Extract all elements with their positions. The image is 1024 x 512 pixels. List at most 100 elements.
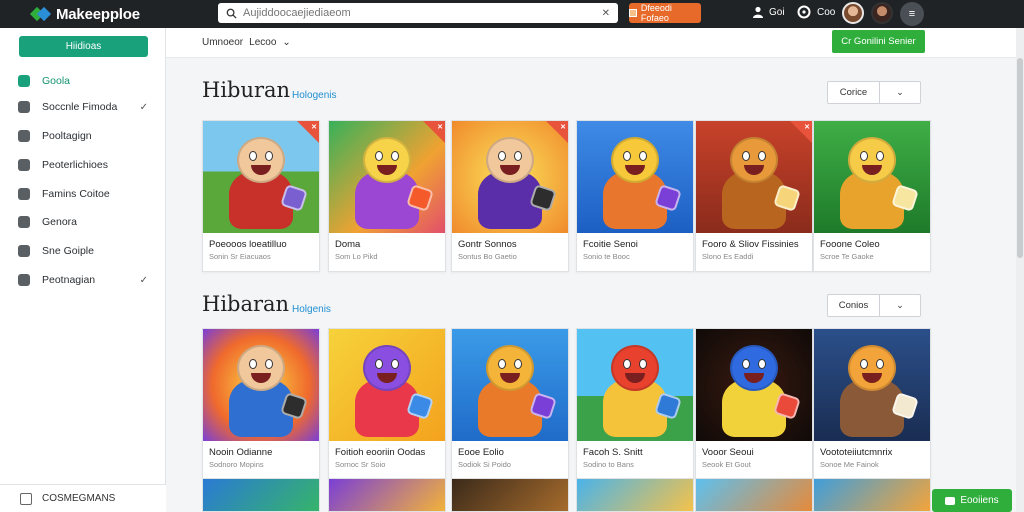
- footer-icon: [20, 492, 32, 505]
- settings-icon: [18, 216, 30, 228]
- sidebar-primary-button[interactable]: Hiidioas: [19, 36, 148, 57]
- game-thumbnail[interactable]: [696, 329, 812, 441]
- character-eye: [860, 151, 868, 161]
- character-eye: [876, 359, 884, 369]
- card-subtitle: Som Lo Pikd: [335, 252, 378, 261]
- card-title: Facoh S. Snitt: [583, 447, 643, 458]
- game-card[interactable]: Foitioh eooriin Oodas Sornoc Sr Soio: [328, 328, 446, 480]
- character-eye: [758, 151, 766, 161]
- game-thumbnail[interactable]: [577, 329, 693, 441]
- section-link[interactable]: Hologenis: [292, 90, 336, 101]
- character-head: [848, 137, 896, 183]
- brand[interactable]: Makeepploe: [29, 5, 140, 23]
- game-card[interactable]: Nooin Odianne Sodnoro Mopins: [202, 328, 320, 480]
- menu-button[interactable]: ≡: [900, 2, 924, 26]
- list-item[interactable]: [813, 478, 931, 512]
- card-title: Doma: [335, 239, 361, 250]
- game-thumbnail[interactable]: [814, 329, 930, 441]
- game-card[interactable]: Voototeiiutcmnrix Sonoe Me Fainok: [813, 328, 931, 480]
- list-item[interactable]: [695, 478, 813, 512]
- game-card[interactable]: ✕ Poeooos loeatilluo Sonin Sr Eiacuaos: [202, 120, 320, 272]
- list-item[interactable]: [576, 478, 694, 512]
- game-thumbnail[interactable]: [577, 121, 693, 233]
- section-link[interactable]: Holgenis: [292, 304, 331, 315]
- sort-label: Conios: [828, 295, 880, 316]
- game-card[interactable]: Fooone Coleo Scroe Te Gaoke: [813, 120, 931, 272]
- list-item[interactable]: [202, 478, 320, 512]
- clear-search-icon[interactable]: ✕: [602, 8, 610, 19]
- card-title: Fooro & Sliov Fissinies: [702, 239, 799, 250]
- app-name: Makeepploe: [56, 5, 140, 23]
- sidebar-item-label: Peoterlichioes: [42, 159, 108, 171]
- character-head: [848, 345, 896, 391]
- sidebar-item[interactable]: Goola: [18, 71, 148, 91]
- game-card[interactable]: Eooe Eolio Sodiok Si Poido: [451, 328, 569, 480]
- search-box[interactable]: ✕: [218, 3, 618, 23]
- filter-dropdown[interactable]: Umnoeor Lecoo ⌄: [202, 37, 291, 48]
- character-head: [486, 345, 534, 391]
- filter-bar: Umnoeor Lecoo ⌄ Cr Gonilini Senier: [166, 28, 1020, 58]
- sidebar-item-label: Peotnagian: [42, 274, 96, 286]
- character-eye: [249, 151, 257, 161]
- character-eye: [498, 359, 506, 369]
- sidebar-item[interactable]: Peoterlichioes: [18, 155, 148, 175]
- scrollbar[interactable]: [1016, 28, 1024, 512]
- cta-icon: [629, 9, 637, 17]
- game-thumbnail[interactable]: [329, 329, 445, 441]
- gamepad-icon: [18, 101, 30, 113]
- game-thumbnail[interactable]: [814, 121, 930, 233]
- close-icon[interactable]: ✕: [804, 123, 810, 131]
- close-icon[interactable]: ✕: [437, 123, 443, 131]
- sort-dropdown[interactable]: Corice ⌄: [827, 81, 921, 104]
- sidebar-item[interactable]: Pooltagign: [18, 126, 148, 146]
- card-subtitle: Sodiok Si Poido: [458, 460, 511, 469]
- help-icon: [18, 245, 30, 257]
- character-eye: [498, 151, 506, 161]
- list-item[interactable]: [328, 478, 446, 512]
- top-cta-button[interactable]: Dfeeodi Fofaeo: [629, 3, 701, 23]
- character-eye: [391, 151, 399, 161]
- sidebar-footer[interactable]: COSMEGMANS: [0, 484, 166, 512]
- game-thumbnail[interactable]: [203, 329, 319, 441]
- chat-icon: [945, 496, 956, 505]
- avatar-secondary[interactable]: [871, 2, 893, 24]
- sidebar-item-label: Pooltagign: [42, 130, 92, 142]
- card-subtitle: Sodino to Bans: [583, 460, 634, 469]
- user-menu[interactable]: Goi: [752, 6, 785, 18]
- game-card[interactable]: ✕ Gontr Sonnos Sontus Bo Gaetio: [451, 120, 569, 272]
- game-card[interactable]: Facoh S. Snitt Sodino to Bans: [576, 328, 694, 480]
- sidebar-item[interactable]: Peotnagian ✓: [18, 270, 148, 290]
- search-input[interactable]: [243, 7, 596, 19]
- sidebar: Hiidioas Goola Soccnle Fimoda ✓ Pooltagi…: [0, 28, 166, 512]
- user-label: Goi: [769, 6, 785, 18]
- clock-menu[interactable]: Coo: [797, 5, 835, 19]
- character-head: [363, 137, 411, 183]
- sidebar-item[interactable]: Sne Goiple: [18, 241, 148, 261]
- character-head: [363, 345, 411, 391]
- sidebar-item[interactable]: Genora: [18, 212, 148, 232]
- close-icon[interactable]: ✕: [311, 123, 317, 131]
- close-icon[interactable]: ✕: [560, 123, 566, 131]
- action-button[interactable]: Cr Gonilini Senier: [832, 30, 925, 53]
- game-card[interactable]: Vooor Seoui Seook Et Gout: [695, 328, 813, 480]
- avatar[interactable]: [842, 2, 864, 24]
- game-card[interactable]: Fcoitie Senoi Sonio te Booc: [576, 120, 694, 272]
- scrollbar-thumb[interactable]: [1017, 58, 1023, 258]
- sidebar-item[interactable]: Soccnle Fimoda ✓: [18, 97, 148, 117]
- card-title: Vooor Seoui: [702, 447, 754, 458]
- character-eye: [639, 359, 647, 369]
- sidebar-item-label: Goola: [42, 75, 71, 87]
- card-title: Eooe Eolio: [458, 447, 504, 458]
- card-subtitle: Sonio te Booc: [583, 252, 630, 261]
- sidebar-item[interactable]: Famins Coitoe: [18, 184, 148, 204]
- game-thumbnail[interactable]: [452, 329, 568, 441]
- character-head: [486, 137, 534, 183]
- game-card[interactable]: ✕ Doma Som Lo Pikd: [328, 120, 446, 272]
- filter-value: Lecoo: [249, 37, 277, 48]
- chat-button[interactable]: Eooiiens: [932, 489, 1012, 512]
- sort-label: Corice: [828, 82, 880, 103]
- game-card[interactable]: ✕ Fooro & Sliov Fissinies Slono Es Eaddi: [695, 120, 813, 272]
- character-eye: [742, 151, 750, 161]
- list-item[interactable]: [451, 478, 569, 512]
- sort-dropdown[interactable]: Conios ⌄: [827, 294, 921, 317]
